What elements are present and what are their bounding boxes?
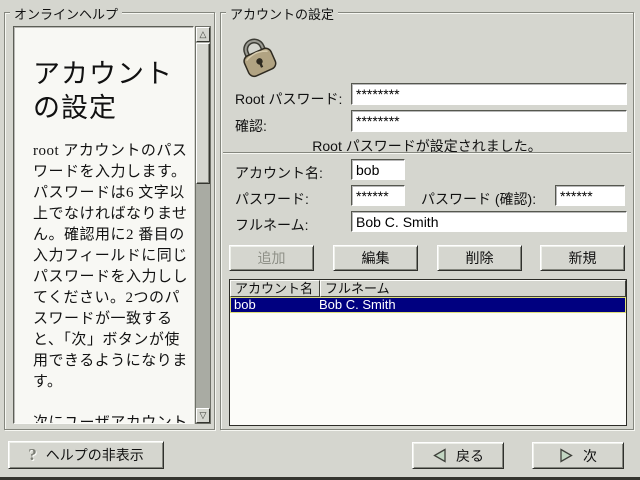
- scroll-down-button[interactable]: ▽: [196, 408, 210, 423]
- help-scrollbar[interactable]: △ ▽: [195, 26, 211, 424]
- root-password-input[interactable]: [351, 83, 627, 105]
- back-button[interactable]: 戻る: [412, 442, 504, 469]
- row-account-cell: bob: [231, 298, 319, 312]
- question-mark-icon: ?: [28, 445, 37, 465]
- online-help-panel-title: オンラインヘルプ: [10, 4, 122, 23]
- user-password-confirm-input[interactable]: [555, 185, 625, 206]
- delete-button[interactable]: 削除: [437, 245, 522, 271]
- section-separator: [223, 152, 631, 154]
- hide-help-label: ヘルプの非表示: [46, 445, 144, 465]
- root-confirm-label: 確認:: [235, 116, 267, 136]
- help-heading: アカウント の設定: [33, 57, 185, 125]
- scroll-up-button[interactable]: △: [196, 27, 210, 42]
- add-button[interactable]: 追加: [229, 245, 314, 271]
- root-password-label: Root パスワード:: [235, 89, 342, 109]
- next-button[interactable]: 次: [532, 442, 624, 469]
- online-help-panel: オンラインヘルプ アカウント の設定 root アカウントのパスワードを入力しま…: [4, 12, 215, 430]
- table-row[interactable]: bob Bob C. Smith: [230, 297, 626, 313]
- help-text-area: アカウント の設定 root アカウントのパスワードを入力します。パスワードは6…: [13, 26, 194, 424]
- account-name-label: アカウント名:: [235, 163, 323, 183]
- account-settings-panel-title: アカウントの設定: [226, 4, 338, 23]
- user-password-confirm-label: パスワード (確認):: [421, 189, 536, 209]
- installer-window: オンラインヘルプ アカウント の設定 root アカウントのパスワードを入力しま…: [0, 0, 640, 480]
- edit-button[interactable]: 編集: [333, 245, 418, 271]
- column-header-fullname[interactable]: フルネーム: [320, 280, 626, 297]
- root-confirm-input[interactable]: [351, 110, 627, 132]
- user-password-input[interactable]: [351, 185, 405, 206]
- account-settings-panel: アカウントの設定 Root パスワード: 確認: Root パスワードが設定され…: [220, 12, 634, 430]
- hide-help-button[interactable]: ? ヘルプの非表示: [8, 441, 164, 469]
- help-paragraph: 次にユーザアカウントを作成します。: [33, 413, 194, 424]
- next-label: 次: [583, 446, 597, 466]
- full-name-input[interactable]: [351, 211, 627, 232]
- up-triangle-icon: △: [200, 30, 207, 39]
- full-name-label: フルネーム:: [235, 215, 308, 235]
- accounts-table-header: アカウント名 フルネーム: [230, 280, 626, 297]
- new-button[interactable]: 新規: [540, 245, 625, 271]
- down-triangle-icon: ▽: [200, 411, 207, 420]
- account-name-input[interactable]: [351, 159, 405, 180]
- row-fullname-cell: Bob C. Smith: [319, 298, 625, 312]
- next-arrow-icon: [559, 448, 574, 463]
- back-label: 戻る: [456, 446, 484, 466]
- scrollbar-thumb[interactable]: [196, 43, 210, 184]
- user-password-label: パスワード:: [235, 189, 309, 209]
- help-paragraph: root アカウントのパスワードを入力します。パスワードは6 文字以上でなければ…: [33, 141, 194, 393]
- back-arrow-icon: [432, 448, 447, 463]
- padlock-icon: [233, 30, 281, 78]
- column-header-account[interactable]: アカウント名: [230, 280, 320, 297]
- accounts-table[interactable]: アカウント名 フルネーム bob Bob C. Smith: [229, 279, 627, 426]
